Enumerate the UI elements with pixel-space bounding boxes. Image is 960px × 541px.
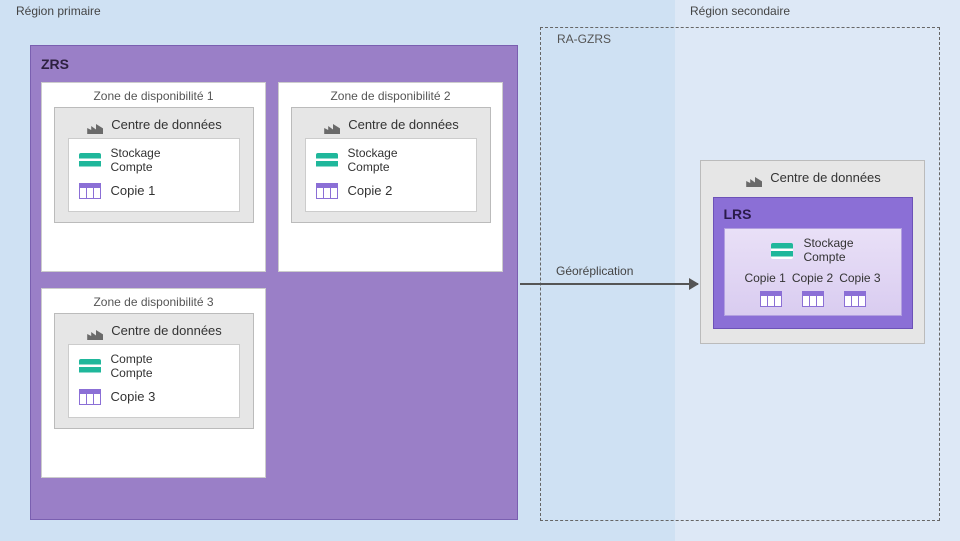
secondary-copy-1: Copie 1 <box>744 271 785 285</box>
copy-icon <box>802 291 824 307</box>
secondary-region-label: Région secondaire <box>690 4 790 18</box>
az2-datacenter: Centre de données Stockage Compte Copie … <box>291 107 491 223</box>
storage-account-icon <box>79 153 101 169</box>
az1-copy: Copie 1 <box>111 183 156 198</box>
az3-storage: Compte Compte Copie 3 <box>68 344 240 418</box>
az3-account-text: Compte Compte <box>111 353 153 381</box>
secondary-line1: Stockage <box>803 237 853 251</box>
lrs-inner: Stockage Compte Copie 1 Copie 2 Copie 3 <box>724 228 902 316</box>
az2-line1: Stockage <box>348 147 398 161</box>
az2-copy: Copie 2 <box>348 183 393 198</box>
az1-account-row: Stockage Compte <box>79 147 229 175</box>
datacenter-icon <box>85 114 105 134</box>
az2-dc-header: Centre de données <box>322 114 459 134</box>
copy-icon <box>760 291 782 307</box>
az2-dc-label: Centre de données <box>348 117 459 132</box>
secondary-dc-header: Centre de données <box>744 167 881 187</box>
zrs-title: ZRS <box>41 56 507 72</box>
az2-copy-row: Copie 2 <box>316 183 466 199</box>
secondary-copies-labels: Copie 1 Copie 2 Copie 3 <box>744 271 880 285</box>
az3-title: Zone de disponibilité 3 <box>93 289 213 313</box>
az3-dc-label: Centre de données <box>111 323 222 338</box>
az3-copy-row: Copie 3 <box>79 389 229 405</box>
georeplication-label: Géoréplication <box>556 264 633 278</box>
az1-storage: Stockage Compte Copie 1 <box>68 138 240 212</box>
secondary-copy-3: Copie 3 <box>839 271 880 285</box>
secondary-copy-2: Copie 2 <box>792 271 833 285</box>
secondary-datacenter: Centre de données LRS Stockage Compte Co… <box>700 160 925 344</box>
az1-copy-row: Copie 1 <box>79 183 229 199</box>
az1-line2: Compte <box>111 161 161 175</box>
secondary-dc-label: Centre de données <box>770 170 881 185</box>
az1-dc-label: Centre de données <box>111 117 222 132</box>
copy-icon <box>844 291 866 307</box>
secondary-account-row: Stockage Compte <box>771 237 853 265</box>
secondary-account-text: Stockage Compte <box>803 237 853 265</box>
az1-datacenter: Centre de données Stockage Compte Copie … <box>54 107 254 223</box>
datacenter-icon <box>85 320 105 340</box>
storage-account-icon <box>771 243 793 259</box>
copy-icon <box>79 183 101 199</box>
storage-account-icon <box>316 153 338 169</box>
zrs-container: ZRS Zone de disponibilité 1 Centre de do… <box>30 45 518 520</box>
datacenter-icon <box>322 114 342 134</box>
az2-storage: Stockage Compte Copie 2 <box>305 138 477 212</box>
az1-line1: Stockage <box>111 147 161 161</box>
az3-line2: Compte <box>111 367 153 381</box>
copy-icon <box>79 389 101 405</box>
secondary-line2: Compte <box>803 251 853 265</box>
az3-copy: Copie 3 <box>111 389 156 404</box>
ragzrs-label: RA-GZRS <box>557 32 611 46</box>
az2-line2: Compte <box>348 161 398 175</box>
georeplication-arrow <box>520 283 698 285</box>
az1-dc-header: Centre de données <box>85 114 222 134</box>
datacenter-icon <box>744 167 764 187</box>
secondary-copies-icons <box>760 291 866 307</box>
az2-account-row: Stockage Compte <box>316 147 466 175</box>
az1-account-text: Stockage Compte <box>111 147 161 175</box>
lrs-title: LRS <box>724 206 902 222</box>
az3-line1: Compte <box>111 353 153 367</box>
availability-zone-3: Zone de disponibilité 3 Centre de donnée… <box>41 288 266 478</box>
az3-dc-header: Centre de données <box>85 320 222 340</box>
availability-zone-2: Zone de disponibilité 2 Centre de donnée… <box>278 82 503 272</box>
storage-account-icon <box>79 359 101 375</box>
lrs-container: LRS Stockage Compte Copie 1 Copie 2 Copi… <box>713 197 913 329</box>
az2-account-text: Stockage Compte <box>348 147 398 175</box>
az3-account-row: Compte Compte <box>79 353 229 381</box>
az2-title: Zone de disponibilité 2 <box>330 83 450 107</box>
az3-datacenter: Centre de données Compte Compte Copie 3 <box>54 313 254 429</box>
copy-icon <box>316 183 338 199</box>
az-row-top: Zone de disponibilité 1 Centre de donnée… <box>41 82 507 272</box>
primary-region-label: Région primaire <box>16 4 101 18</box>
az1-title: Zone de disponibilité 1 <box>93 83 213 107</box>
availability-zone-1: Zone de disponibilité 1 Centre de donnée… <box>41 82 266 272</box>
